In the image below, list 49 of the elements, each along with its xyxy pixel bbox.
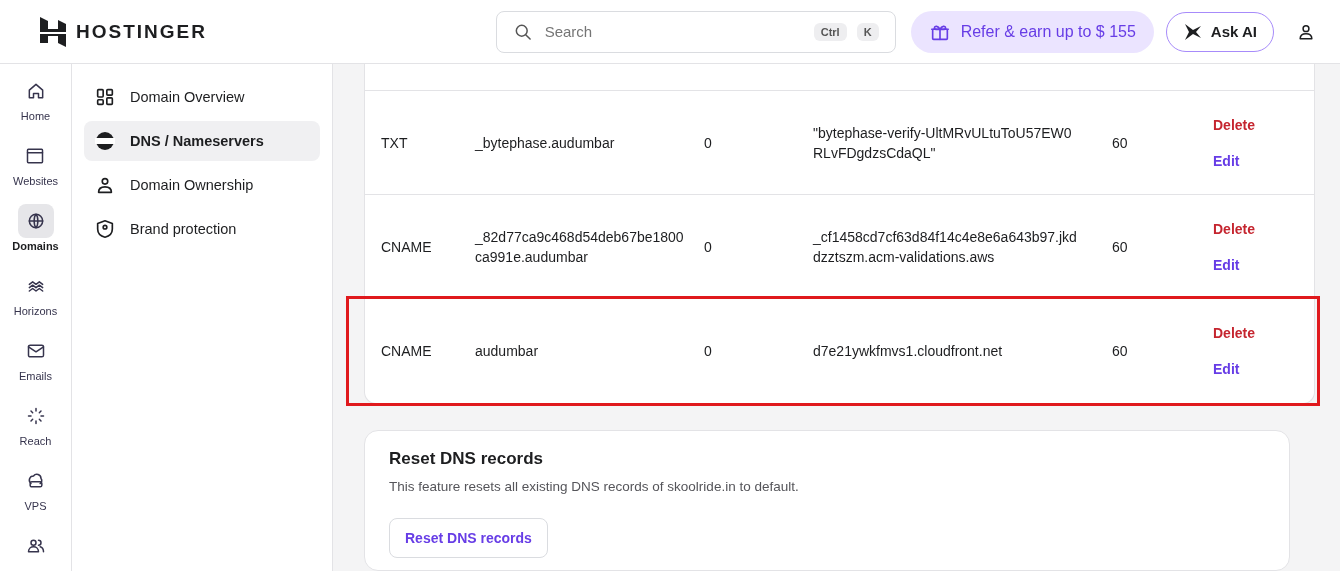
subnav-item[interactable]: Domain Overview [84,77,320,117]
record-type: CNAME [381,237,433,257]
shield-icon [94,218,116,240]
people-icon [25,536,46,556]
subnav-item[interactable]: Domain Ownership [84,165,320,205]
nav-rail-item[interactable]: Reach [17,399,54,447]
record-priority: 0 [704,237,713,257]
search-bar[interactable]: Search Ctrl K [495,10,896,53]
record-name: _82d77ca9c468d54deb67be1800ca991e.audumbar [475,227,685,267]
record-priority: 0 [704,342,713,361]
nav-rail-item[interactable]: Horizons [13,269,58,317]
subnav-item[interactable]: Brand protection [84,209,320,249]
nav-rail-item[interactable]: Emails [17,334,54,382]
edit-link[interactable]: Edit [1213,361,1240,377]
record-priority: 0 [704,133,713,153]
nav-rail-item[interactable]: Home [17,74,54,122]
keyboard-key: Ctrl [813,22,847,41]
record-content: "bytephase-verify-UltMRvULtuToU57EW0RLvFDgdzsCdaQL" [813,123,1073,163]
edit-link[interactable]: Edit [1213,152,1240,169]
keyboard-key: K [856,22,879,41]
record-ttl: 60 [1112,342,1129,361]
refer-button[interactable]: Refer & earn up to $ 155 [910,10,1154,53]
dashboard-icon [94,86,116,108]
nav-rail-item[interactable]: VPS [17,464,54,512]
delete-link[interactable]: Delete [1213,325,1256,341]
brand-name: HOSTINGER [76,20,207,43]
sparkle-icon [1182,21,1203,42]
subnav-item[interactable]: DNS / Nameservers [84,121,320,161]
ask-ai-button[interactable]: Ask AI [1165,11,1274,52]
delete-link[interactable]: Delete [1213,116,1256,133]
search-input[interactable]: Search [542,22,804,41]
card-title: Reset DNS records [389,449,543,469]
browser-window-icon [25,146,46,166]
record-type: CNAME [381,342,433,361]
logo-icon [40,16,66,47]
record-ttl: 60 [1112,237,1129,257]
nav-rail-item[interactable]: Websites [12,139,58,187]
record-content: d7e21ywkfmvs1.cloudfront.net [813,342,1004,361]
edit-link[interactable]: Edit [1213,256,1240,273]
record-name: audumbar [475,342,540,361]
record-name: _bytephase.audumbar [475,133,616,153]
reset-dns-button[interactable]: Reset DNS records [389,518,548,558]
dns-icon [94,130,116,152]
card-description: This feature resets all existing DNS records of skoolride.in to default. [389,479,799,494]
record-ttl: 60 [1112,133,1129,153]
envelope-icon [25,341,46,361]
record-type: TXT [381,133,409,153]
record-content: _cf1458cd7cf63d84f14c4e8e6a643b97.jkddzztszm.acm-validations.aws [813,227,1078,267]
delete-link[interactable]: Delete [1213,220,1256,237]
